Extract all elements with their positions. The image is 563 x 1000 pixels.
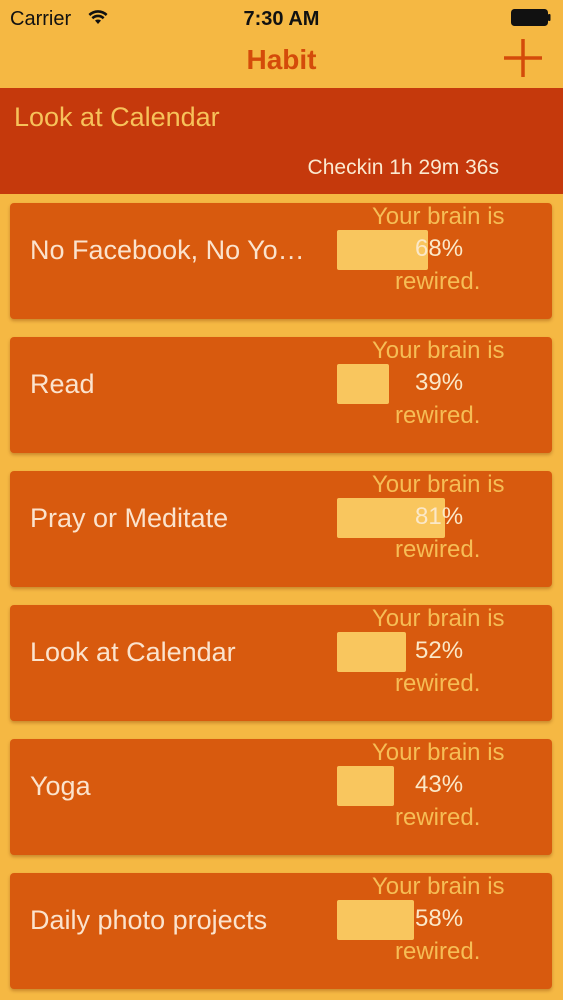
habit-name: Daily photo projects bbox=[30, 905, 268, 935]
status-time: 7:30 AM bbox=[243, 8, 320, 30]
rewire-percent: 68% bbox=[415, 235, 464, 262]
rewired-text: rewired. bbox=[395, 670, 481, 697]
current-habit-title: Look at Calendar bbox=[14, 102, 220, 132]
rewired-text: rewired. bbox=[395, 938, 481, 965]
habit-name: Yoga bbox=[30, 771, 91, 801]
brain-status-text: Your brain is bbox=[372, 203, 505, 230]
brain-status-text: Your brain is bbox=[372, 873, 505, 900]
rewired-text: rewired. bbox=[395, 268, 481, 295]
habit-card[interactable]: Daily photo projects Your brain is 58% rewi… bbox=[10, 873, 552, 989]
brain-status-text: Your brain is bbox=[372, 471, 505, 498]
habit-card[interactable]: No Facebook, No Yo… Your brain is 68% rewir… bbox=[10, 203, 552, 319]
rewired-text: rewired. bbox=[395, 402, 481, 429]
habit-name: Look at Calendar bbox=[30, 637, 236, 667]
habit-name: Pray or Meditate bbox=[30, 503, 229, 533]
habit-card[interactable]: Look at Calendar Your brain is 52% rewired. bbox=[10, 605, 552, 721]
rewired-text: rewired. bbox=[395, 536, 481, 563]
checkin-timer: Checkin 1h 29m 36s bbox=[307, 156, 499, 179]
rewire-percent: 39% bbox=[415, 369, 464, 396]
brain-status-text: Your brain is bbox=[372, 739, 505, 766]
habit-card[interactable]: Pray or Meditate Your brain is 81% rewired. bbox=[10, 471, 552, 587]
habit-card[interactable]: Read Your brain is 39% rewired. bbox=[10, 337, 552, 453]
plus-icon[interactable] bbox=[501, 36, 545, 80]
brain-status-text: Your brain is bbox=[372, 605, 505, 632]
rewire-percent: 52% bbox=[415, 637, 464, 664]
progress-fill bbox=[337, 900, 414, 940]
habit-name: No Facebook, No Yo… bbox=[30, 235, 305, 265]
habit-name: Read bbox=[30, 369, 95, 399]
rewire-percent: 81% bbox=[415, 503, 464, 530]
progress-fill bbox=[337, 766, 394, 806]
progress-fill bbox=[337, 364, 389, 404]
rewire-percent: 43% bbox=[415, 771, 464, 798]
nav-bar: Habit bbox=[0, 36, 563, 88]
brain-status-text: Your brain is bbox=[372, 337, 505, 364]
rewired-text: rewired. bbox=[395, 804, 481, 831]
habit-card[interactable]: Yoga Your brain is 43% rewired. bbox=[10, 739, 552, 855]
nav-title: Habit bbox=[246, 44, 317, 75]
progress-fill bbox=[337, 632, 406, 672]
status-bar: Carrier 7:30 AM bbox=[0, 0, 563, 36]
battery-icon bbox=[511, 9, 551, 26]
rewire-percent: 58% bbox=[415, 905, 464, 932]
current-habit-banner[interactable]: Look at Calendar Checkin 1h 29m 36s bbox=[0, 88, 563, 194]
